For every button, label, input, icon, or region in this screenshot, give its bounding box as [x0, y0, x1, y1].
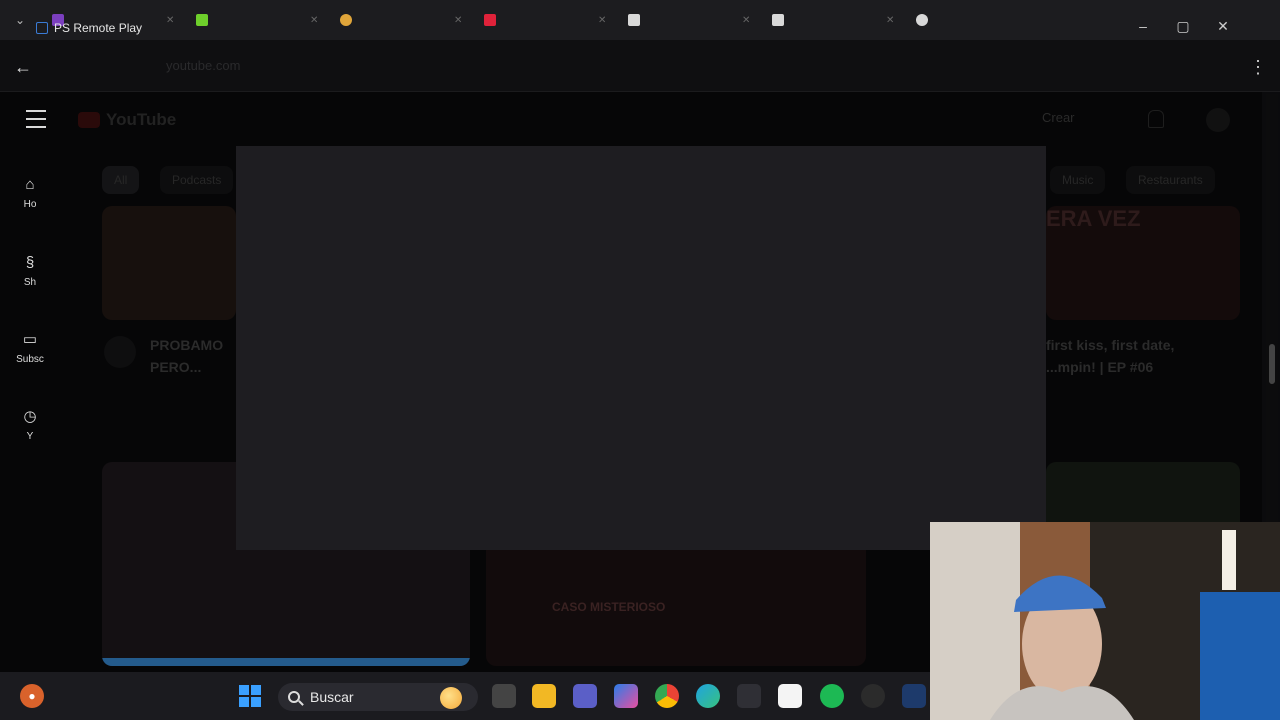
sidebar-item-shorts[interactable]: § Sh	[0, 254, 60, 310]
chip-music[interactable]: Music	[1050, 166, 1106, 194]
obs-icon[interactable]	[861, 684, 885, 708]
sidebar-item-label: Subsc	[16, 354, 44, 365]
weather-icon[interactable]	[440, 687, 462, 709]
sidebar-item-you[interactable]: ◷ Y	[0, 408, 60, 464]
chip-all[interactable]: All	[102, 166, 140, 194]
you-icon: ◷	[23, 408, 37, 425]
chip-podcasts[interactable]: Podcasts	[160, 166, 234, 194]
thumbnail-text: CASO MISTERIOSO	[552, 600, 666, 614]
chrome-icon[interactable]	[655, 684, 679, 708]
window-title-bar: PS Remote Play	[36, 19, 142, 37]
thumbnail-text: ERA VEZ	[1046, 206, 1141, 231]
browser-tab[interactable]: ✕	[196, 10, 318, 30]
tab-favicon-icon	[196, 14, 208, 26]
search-icon	[288, 691, 300, 703]
ps-remote-play-icon	[36, 22, 48, 34]
maximize-button[interactable]: ▢	[1170, 14, 1196, 38]
spotify-icon[interactable]	[820, 684, 844, 708]
sidebar-item-home[interactable]: ⌂ Ho	[0, 176, 60, 232]
video-thumbnail[interactable]	[102, 206, 236, 320]
channel-avatar[interactable]	[104, 336, 136, 368]
microsoft-store-icon[interactable]	[737, 684, 761, 708]
video-title[interactable]: first kiss, first date, ...mpin! | EP #0…	[1046, 334, 1174, 378]
minimize-button[interactable]: –	[1130, 14, 1156, 38]
tab-favicon-icon	[916, 14, 928, 26]
youtube-logo[interactable]: YouTube	[78, 110, 176, 130]
more-menu-icon[interactable]: ⋮	[1248, 54, 1268, 80]
browser-tab[interactable]: ✕	[628, 10, 750, 30]
notification-app-icon[interactable]: ●	[20, 684, 44, 708]
bell-icon[interactable]	[1148, 110, 1164, 128]
windows-start-icon[interactable]	[238, 684, 262, 708]
tab-favicon-icon	[772, 14, 784, 26]
edge-icon[interactable]	[696, 684, 720, 708]
avatar[interactable]	[1206, 108, 1230, 132]
hamburger-menu-icon[interactable]	[26, 110, 46, 128]
snipping-tool-icon[interactable]	[778, 684, 802, 708]
create-button[interactable]: Crear	[1042, 110, 1075, 125]
url-field[interactable]: youtube.com	[96, 58, 1036, 78]
file-explorer-icon[interactable]	[532, 684, 556, 708]
copilot-icon[interactable]	[614, 684, 638, 708]
youtube-favicon-icon	[484, 14, 496, 26]
close-button[interactable]: ✕	[1210, 14, 1236, 38]
home-icon: ⌂	[25, 176, 35, 193]
back-arrow-icon[interactable]: ←	[10, 54, 36, 80]
webcam-feed	[930, 522, 1280, 720]
window-title: PS Remote Play	[54, 21, 143, 35]
chip-restaurants[interactable]: Restaurants	[1126, 166, 1215, 194]
scrollbar-thumb[interactable]	[1269, 344, 1275, 384]
browser-tab[interactable]	[916, 10, 928, 30]
sidebar-item-label: Y	[26, 431, 34, 442]
sidebar-item-label: Sh	[23, 277, 37, 288]
sidebar-item-subscriptions[interactable]: ▭ Subsc	[0, 331, 60, 387]
youtube-play-icon	[78, 112, 100, 128]
tab-search-chevron-icon[interactable]: ⌄	[8, 10, 32, 30]
youtube-logo-text: YouTube	[106, 110, 177, 129]
sidebar-item-label: Ho	[23, 199, 37, 210]
browser-tab-active[interactable]: ✕	[484, 10, 606, 30]
tab-favicon-icon	[340, 14, 352, 26]
shorts-icon: §	[25, 254, 35, 271]
task-view-icon[interactable]	[492, 684, 516, 708]
teams-icon[interactable]	[573, 684, 597, 708]
browser-tab[interactable]: ✕	[772, 10, 894, 30]
video-title[interactable]: PROBAMO PERO...	[150, 334, 223, 378]
video-thumbnail[interactable]: ERA VEZ	[1046, 206, 1240, 320]
browser-tab[interactable]: ✕	[340, 10, 462, 30]
ps-remote-play-taskbar-icon[interactable]	[902, 684, 926, 708]
tab-favicon-icon	[628, 14, 640, 26]
loading-overlay-panel	[236, 146, 1046, 550]
subscriptions-icon: ▭	[22, 331, 38, 348]
search-placeholder: Buscar	[310, 689, 354, 705]
